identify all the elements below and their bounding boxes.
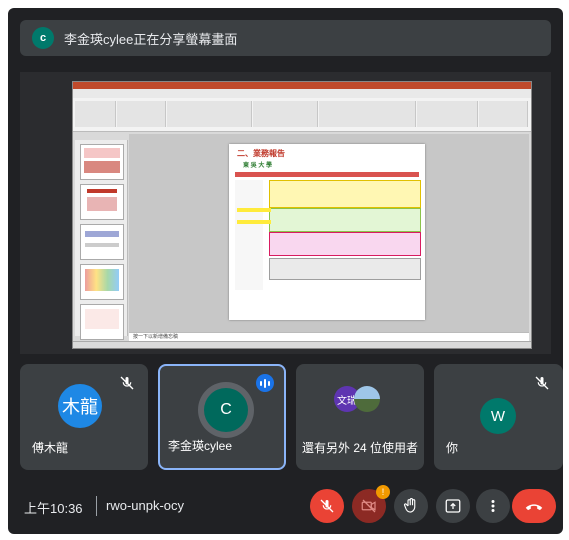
camera-off-icon <box>361 499 376 513</box>
slide-thumbnail <box>80 144 124 180</box>
slide-section <box>269 180 421 208</box>
slide-section <box>269 208 421 232</box>
self-avatar: W <box>480 398 516 434</box>
university-name: 東 吳 大 學 <box>243 163 273 169</box>
raise-hand-button[interactable] <box>394 489 428 523</box>
camera-toggle-button[interactable]: ! <box>352 485 390 523</box>
powerpoint-statusbar <box>73 341 531 348</box>
hand-icon <box>404 497 416 513</box>
more-vert-icon <box>491 500 495 512</box>
others-count-label: 還有另外 24 位使用者 <box>301 441 419 455</box>
mic-off-icon <box>320 499 334 513</box>
participant-tile[interactable]: 木龍 傅木龍 <box>20 364 148 470</box>
self-name: 你 <box>446 441 459 455</box>
others-tile[interactable]: 文瑞 還有另外 24 位使用者 <box>296 364 424 470</box>
warning-badge: ! <box>376 485 390 499</box>
present-screen-button[interactable] <box>436 489 470 523</box>
powerpoint-window: 二、業務報告 東 吳 大 學 按一下以新增備忘稿 <box>72 81 532 349</box>
slide-thumbnail <box>80 304 124 340</box>
ribbon-group <box>479 101 528 127</box>
meeting-code: rwo-unpk-ocy <box>106 498 185 513</box>
slide-title: 二、業務報告 <box>237 149 285 158</box>
mic-off-icon <box>120 376 134 390</box>
ribbon-group <box>75 101 116 127</box>
slide-label <box>237 208 271 212</box>
slide-column <box>235 180 263 290</box>
slide-thumbnails <box>75 140 128 340</box>
slide-thumbnail <box>80 184 124 220</box>
ribbon-group <box>417 101 478 127</box>
divider <box>96 496 97 516</box>
presenter-avatar: c <box>32 27 54 49</box>
more-options-button[interactable] <box>476 489 510 523</box>
participant-tile-active[interactable]: C 李金瑛cylee <box>158 364 286 470</box>
control-bar: 上午10:36 rwo-unpk-ocy ! <box>8 480 563 534</box>
ribbon-tabs <box>73 89 531 98</box>
others-avatar-photo <box>354 386 380 412</box>
slide-thumbnail <box>80 264 124 300</box>
presentation-banner: c 李金瑛cylee正在分享螢幕畫面 <box>20 20 551 56</box>
microphone-toggle-button[interactable] <box>310 489 344 523</box>
slide-label <box>237 220 271 224</box>
self-tile[interactable]: W 你 <box>434 364 563 470</box>
powerpoint-ribbon <box>73 89 531 132</box>
slide-section <box>269 232 421 256</box>
current-slide: 二、業務報告 東 吳 大 學 <box>229 144 425 320</box>
speaking-indicator-icon <box>256 374 274 392</box>
leave-call-button[interactable] <box>512 489 556 523</box>
slide-thumbnail <box>80 224 124 260</box>
ribbon-group <box>319 101 416 127</box>
ribbon-group <box>253 101 318 127</box>
powerpoint-titlebar <box>73 82 531 89</box>
slide-canvas: 二、業務報告 東 吳 大 學 <box>129 134 529 332</box>
hang-up-icon <box>525 504 543 511</box>
mic-off-icon <box>535 376 549 390</box>
shared-screen[interactable]: 二、業務報告 東 吳 大 學 按一下以新增備忘稿 <box>20 72 551 354</box>
ribbon-group <box>167 101 252 127</box>
participant-name: 李金瑛cylee <box>168 439 233 453</box>
meet-window: c 李金瑛cylee正在分享螢幕畫面 二、業務報告 東 吳 大 學 按一下以新增… <box>8 8 563 534</box>
participant-name: 傅木龍 <box>32 441 69 455</box>
clock: 上午10:36 <box>24 501 83 516</box>
slide-header-bar <box>235 172 419 177</box>
ribbon-group <box>117 101 166 127</box>
presentation-banner-text: 李金瑛cylee正在分享螢幕畫面 <box>64 31 238 47</box>
present-icon <box>445 499 461 513</box>
participant-avatar: C <box>204 388 248 432</box>
slide-section <box>269 258 421 280</box>
participant-avatar: 木龍 <box>58 384 102 428</box>
